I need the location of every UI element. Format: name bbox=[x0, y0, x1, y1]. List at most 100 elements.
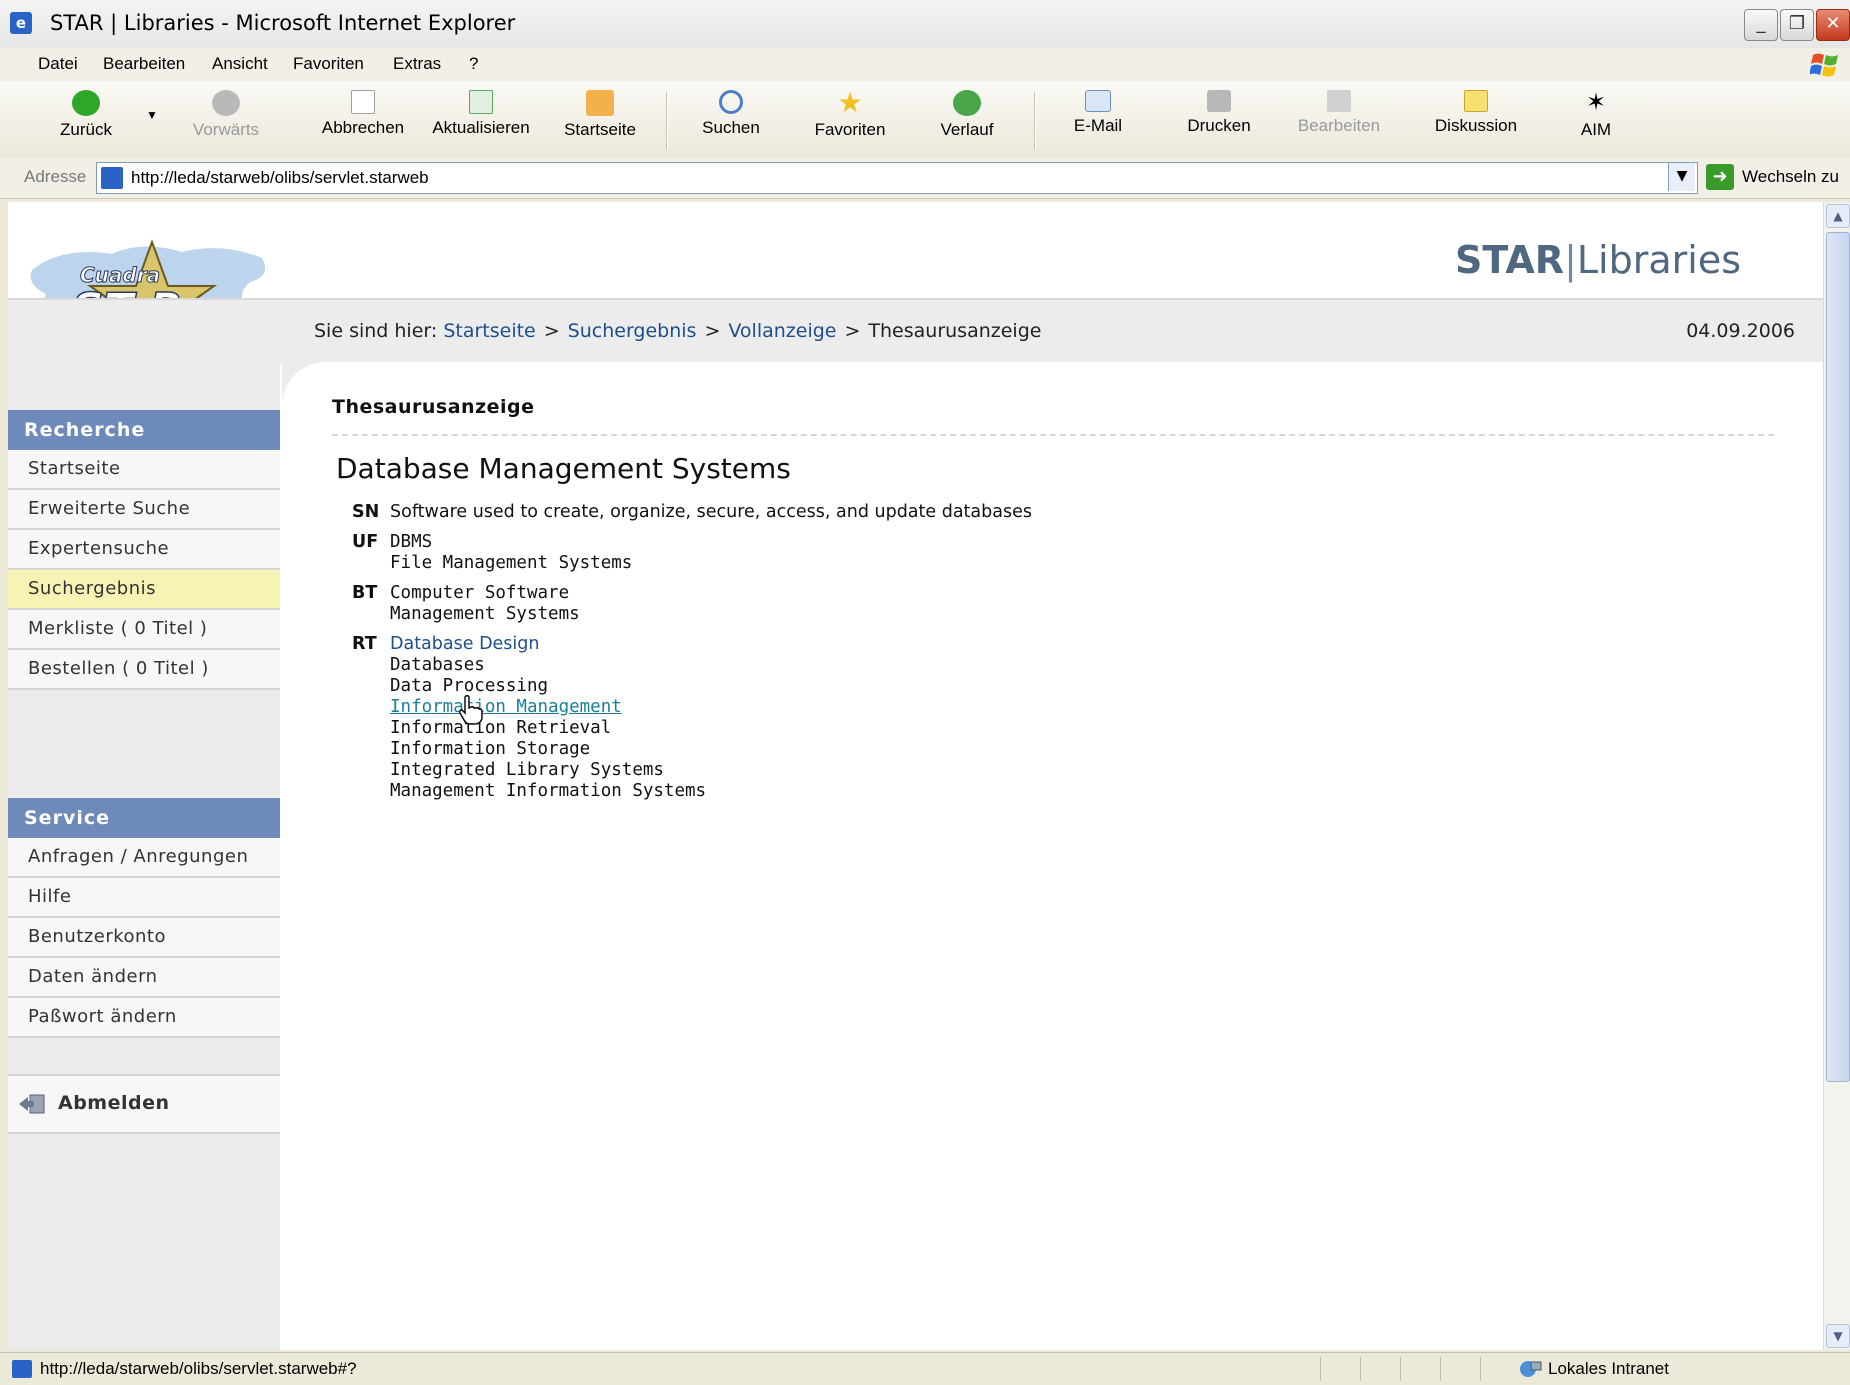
breadcrumb-bar: Sie sind hier: Startseite > Suchergebnis > V… bbox=[8, 298, 1823, 364]
search-icon bbox=[719, 90, 743, 114]
breadcrumb-vollanzeige[interactable]: Vollanzeige bbox=[728, 320, 836, 342]
brand-separator: | bbox=[1564, 238, 1577, 282]
breadcrumb-suchergebnis[interactable]: Suchergebnis bbox=[568, 320, 697, 342]
address-dropdown-button[interactable]: ▼ bbox=[1668, 163, 1695, 191]
logout-label: Abmelden bbox=[58, 1092, 170, 1114]
logout-button[interactable]: Abmelden bbox=[8, 1074, 280, 1134]
sidebar-item-hilfe[interactable]: Hilfe bbox=[8, 878, 280, 918]
sidebar-item-erweiterte-suche[interactable]: Erweiterte Suche bbox=[8, 490, 280, 530]
sidebar: Recherche Startseite Erweiterte Suche Ex… bbox=[8, 362, 280, 1350]
sidebar-item-anfragen[interactable]: Anfragen / Anregungen bbox=[8, 838, 280, 878]
word-icon bbox=[1327, 90, 1351, 112]
breadcrumb-prefix: Sie sind hier: bbox=[314, 320, 438, 342]
site-brand: STAR|Libraries bbox=[1455, 238, 1741, 282]
toolbar: Zurück ▼ Vorwärts Abbrechen Aktualisiere… bbox=[0, 82, 1850, 159]
list-item: DBMS bbox=[390, 532, 433, 552]
relation-values: Computer Software Management Systems bbox=[390, 583, 580, 625]
back-button[interactable]: Zurück bbox=[56, 90, 116, 140]
list-item: Databases bbox=[390, 655, 485, 675]
sidebar-header-recherche: Recherche bbox=[8, 410, 280, 450]
menu-favoriten[interactable]: Favoriten bbox=[293, 54, 364, 74]
address-input[interactable]: http://leda/starweb/olibs/servlet.starwe… bbox=[96, 162, 1698, 194]
refresh-icon bbox=[469, 90, 493, 114]
aim-icon: ✶ bbox=[1585, 89, 1607, 116]
relation-values: Software used to create, organize, secur… bbox=[390, 502, 1032, 523]
sidebar-item-suchergebnis[interactable]: Suchergebnis bbox=[8, 570, 280, 610]
search-button[interactable]: Suchen bbox=[696, 90, 766, 138]
history-button[interactable]: Verlauf bbox=[934, 90, 1000, 140]
windows-logo-icon bbox=[1810, 53, 1838, 77]
status-divider bbox=[1480, 1357, 1481, 1381]
back-arrow-icon bbox=[72, 90, 100, 116]
scroll-thumb[interactable] bbox=[1826, 232, 1850, 1082]
status-divider bbox=[1320, 1357, 1321, 1381]
list-item: Information Storage bbox=[390, 739, 591, 759]
stop-button[interactable]: Abbrechen bbox=[318, 90, 408, 138]
sidebar-item-bestellen[interactable]: Bestellen ( 0 Titel ) bbox=[8, 650, 280, 690]
menu-bearbeiten[interactable]: Bearbeiten bbox=[103, 54, 185, 74]
relation-tag: UF bbox=[352, 532, 379, 552]
print-button[interactable]: Drucken bbox=[1184, 90, 1254, 136]
breadcrumb: Sie sind hier: Startseite > Suchergebnis > V… bbox=[314, 320, 1041, 342]
sidebar-item-passwort-aendern[interactable]: Paßwort ändern bbox=[8, 998, 280, 1038]
list-item: Integrated Library Systems bbox=[390, 760, 664, 780]
minimize-button[interactable]: _ bbox=[1744, 9, 1778, 41]
status-bar: http://leda/starweb/olibs/servlet.starwe… bbox=[0, 1352, 1850, 1385]
back-dropdown[interactable]: ▼ bbox=[144, 108, 160, 122]
browser-window: e STAR | Libraries - Microsoft Internet … bbox=[0, 0, 1850, 1385]
edit-button[interactable]: Bearbeiten bbox=[1294, 90, 1384, 136]
list-item: Computer Software bbox=[390, 583, 570, 603]
list-item: Data Processing bbox=[390, 676, 549, 696]
address-url: http://leda/starweb/olibs/servlet.starwe… bbox=[131, 168, 429, 187]
page-icon bbox=[12, 1360, 32, 1378]
home-icon bbox=[586, 90, 614, 116]
status-divider bbox=[1360, 1357, 1361, 1381]
related-term-link[interactable]: Database Design bbox=[390, 634, 706, 655]
menu-bar: Datei Bearbeiten Ansicht Favoriten Extra… bbox=[0, 48, 1850, 83]
go-arrow-icon[interactable]: ➜ bbox=[1706, 164, 1734, 190]
ie-app-icon: e bbox=[10, 12, 32, 34]
refresh-button[interactable]: Aktualisieren bbox=[430, 90, 532, 138]
menu-help[interactable]: ? bbox=[469, 54, 478, 74]
vertical-scrollbar[interactable]: ▲ ▼ bbox=[1823, 202, 1850, 1350]
list-item: Information Retrieval bbox=[390, 718, 612, 738]
home-button[interactable]: Startseite bbox=[558, 90, 642, 140]
sidebar-item-benutzerkonto[interactable]: Benutzerkonto bbox=[8, 918, 280, 958]
printer-icon bbox=[1207, 90, 1231, 112]
scope-note: Software used to create, organize, secur… bbox=[390, 502, 1032, 522]
sidebar-item-startseite[interactable]: Startseite bbox=[8, 450, 280, 490]
stop-icon bbox=[351, 90, 375, 114]
menu-ansicht[interactable]: Ansicht bbox=[212, 54, 268, 74]
breadcrumb-startseite[interactable]: Startseite bbox=[443, 320, 535, 342]
sidebar-item-expertensuche[interactable]: Expertensuche bbox=[8, 530, 280, 570]
maximize-button[interactable]: ❐ bbox=[1780, 9, 1814, 41]
discuss-button[interactable]: Diskussion bbox=[1434, 90, 1518, 136]
status-divider bbox=[1440, 1357, 1441, 1381]
scroll-down-arrow[interactable]: ▼ bbox=[1826, 1324, 1850, 1348]
page-icon bbox=[101, 167, 123, 189]
aim-button[interactable]: ✶ AIM bbox=[1576, 90, 1616, 140]
relation-values: DBMS File Management Systems bbox=[390, 532, 632, 574]
star-icon: ★ bbox=[837, 87, 863, 118]
scroll-up-arrow[interactable]: ▲ bbox=[1826, 204, 1850, 228]
divider bbox=[332, 434, 1774, 436]
menu-datei[interactable]: Datei bbox=[38, 54, 78, 74]
sidebar-item-daten-aendern[interactable]: Daten ändern bbox=[8, 958, 280, 998]
intranet-zone-icon bbox=[1520, 1361, 1542, 1377]
sidebar-item-merkliste[interactable]: Merkliste ( 0 Titel ) bbox=[8, 610, 280, 650]
window-title: STAR | Libraries - Microsoft Internet Ex… bbox=[50, 11, 516, 35]
title-bar: e STAR | Libraries - Microsoft Internet … bbox=[0, 0, 1850, 49]
address-bar: Adresse http://leda/starweb/olibs/servle… bbox=[0, 158, 1850, 199]
close-button[interactable]: ✕ bbox=[1816, 9, 1850, 41]
email-button[interactable]: E-Mail bbox=[1070, 90, 1126, 136]
relation-values: Database Design Databases Data Processin… bbox=[390, 634, 706, 802]
page-viewport: Cuadra ST R STAR|Libraries Sie sind hier… bbox=[8, 202, 1823, 1350]
list-item: Management Systems bbox=[390, 604, 580, 624]
list-item: File Management Systems bbox=[390, 553, 633, 573]
related-term-link-hovered[interactable]: Information Management bbox=[390, 697, 706, 718]
toolbar-separator bbox=[1034, 92, 1036, 150]
menu-extras[interactable]: Extras bbox=[393, 54, 441, 74]
favorites-button[interactable]: ★ Favoriten bbox=[808, 87, 892, 140]
forward-button[interactable]: Vorwärts bbox=[186, 90, 266, 140]
go-button-label[interactable]: Wechseln zu bbox=[1742, 167, 1839, 187]
